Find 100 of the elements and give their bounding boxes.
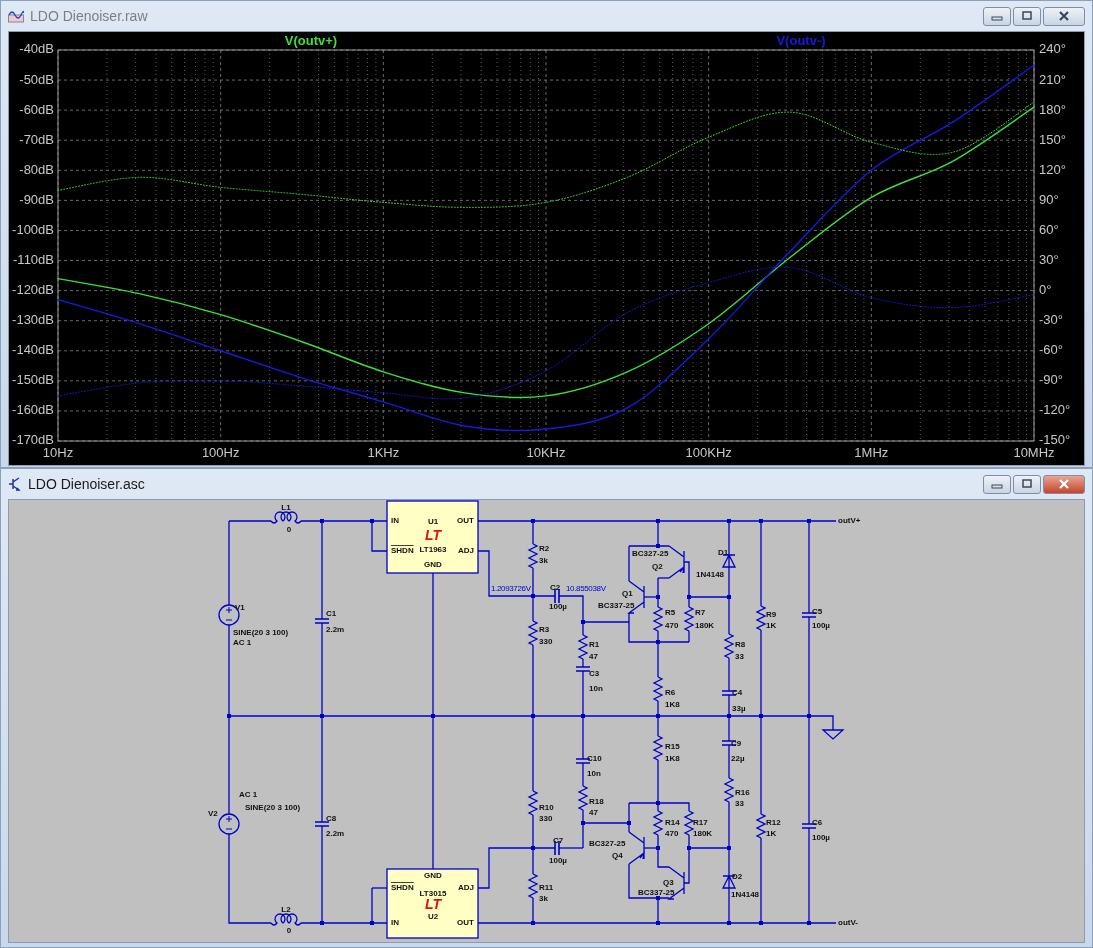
resistor-symbol xyxy=(527,620,539,646)
minimize-button[interactable] xyxy=(983,6,1011,26)
component-value: 1K8 xyxy=(665,754,680,764)
axis-label: 0° xyxy=(1039,282,1052,298)
component-value: 10n xyxy=(589,684,603,694)
axis-label: 210° xyxy=(1039,71,1066,87)
inductor-symbol xyxy=(270,511,302,524)
minimize-button[interactable] xyxy=(983,474,1011,494)
net-label: outV+ xyxy=(838,516,861,526)
component-value: BC327-25 xyxy=(589,839,626,849)
axis-label: 240° xyxy=(1039,41,1066,57)
resistor-symbol xyxy=(723,633,735,659)
node-voltage-label: 10.855038V xyxy=(566,584,606,594)
component-value: 10n xyxy=(587,769,601,779)
diode-symbol xyxy=(721,553,736,569)
pin-label: IN xyxy=(391,516,399,526)
component-reference: C4 xyxy=(732,688,743,698)
component-reference: R14 xyxy=(665,818,680,828)
axis-label: -80dB xyxy=(19,161,54,177)
axis-label: 150° xyxy=(1039,131,1066,147)
resistor-symbol xyxy=(723,777,735,803)
component-value: 2.2m xyxy=(326,829,345,839)
component-reference: C7 xyxy=(553,836,564,846)
maximize-button[interactable] xyxy=(1013,6,1041,26)
component-reference: C9 xyxy=(731,739,742,749)
component-value: SINE(20 3 100) xyxy=(245,803,301,813)
axis-label: -160dB xyxy=(12,402,54,418)
component-value: BC327-25 xyxy=(632,549,669,559)
chip-part-number: LT1963 xyxy=(419,545,447,555)
component-reference: R15 xyxy=(665,742,680,752)
component-value: 100µ xyxy=(549,602,567,612)
pin-label: OUT xyxy=(457,516,474,526)
component-reference: Q4 xyxy=(612,851,623,861)
resistor-symbol xyxy=(652,606,664,632)
component-reference: R6 xyxy=(665,688,676,698)
close-icon xyxy=(1058,479,1070,489)
component-value: 0 xyxy=(286,525,292,535)
axis-label: 60° xyxy=(1039,221,1059,237)
component-value: AC 1 xyxy=(233,638,252,648)
component-value: 22µ xyxy=(731,754,745,764)
component-value: 47 xyxy=(589,808,598,818)
axis-label: -90dB xyxy=(19,191,54,207)
axis-label: 1MHz xyxy=(854,445,889,460)
component-reference: C3 xyxy=(589,669,600,679)
component-value: 47 xyxy=(589,652,598,662)
capacitor-symbol xyxy=(801,823,817,829)
component-value: AC 1 xyxy=(239,790,258,800)
component-reference: R1 xyxy=(589,640,600,650)
close-icon xyxy=(1058,11,1070,21)
capacitor-symbol xyxy=(554,588,560,604)
component-reference: C2 xyxy=(550,583,561,593)
axis-label: 30° xyxy=(1039,252,1059,267)
node-voltage-label: 1.2093726V xyxy=(491,584,531,594)
axis-label: -120dB xyxy=(12,282,54,298)
component-value: 100µ xyxy=(549,856,567,866)
maximize-icon xyxy=(1021,11,1033,21)
close-button[interactable] xyxy=(1043,474,1085,494)
capacitor-symbol xyxy=(575,666,591,672)
trace-legend[interactable]: V(outv+) xyxy=(284,33,338,49)
window-title: LDO Dienoiser.asc xyxy=(28,476,146,492)
resistor-symbol xyxy=(755,605,767,631)
wire xyxy=(728,657,730,692)
axis-label: -100dB xyxy=(12,221,54,237)
component-value: 33 xyxy=(735,652,744,662)
axis-label: -70dB xyxy=(19,131,54,147)
axis-label: 10KHz xyxy=(526,445,566,460)
pin-label: IN xyxy=(391,918,399,928)
component-value: 100µ xyxy=(812,833,830,843)
axis-label: -110dB xyxy=(13,252,54,267)
component-reference: R3 xyxy=(539,625,550,635)
resistor-symbol xyxy=(683,606,695,632)
component-reference: R5 xyxy=(665,608,676,618)
axis-label: 10Hz xyxy=(42,445,74,460)
axis-label: -60° xyxy=(1039,342,1063,358)
component-reference: V2 xyxy=(208,809,218,819)
component-reference: Q3 xyxy=(663,878,674,888)
component-value: 100µ xyxy=(812,621,830,631)
maximize-button[interactable] xyxy=(1013,474,1041,494)
axis-label: -90° xyxy=(1039,372,1063,388)
logo-text: LT xyxy=(424,526,442,543)
component-reference: R7 xyxy=(695,608,706,618)
component-reference: R8 xyxy=(735,640,746,650)
close-button[interactable] xyxy=(1043,6,1085,26)
capacitor-symbol xyxy=(801,612,817,618)
component-value: 2.2m xyxy=(326,625,345,635)
component-value: 180K xyxy=(695,621,715,631)
component-reference: C8 xyxy=(326,814,337,824)
inductor-symbol xyxy=(270,913,302,926)
component-reference: L1 xyxy=(281,503,291,513)
pin-label: ADJ xyxy=(458,883,474,893)
component-value: 3k xyxy=(539,894,548,904)
component-value: 1K xyxy=(766,829,777,839)
resistor-symbol xyxy=(683,810,695,836)
component-value: BC337-25 xyxy=(598,601,635,611)
component-value: 1K8 xyxy=(665,700,680,710)
component-reference: C10 xyxy=(587,754,602,764)
resistor-symbol xyxy=(652,810,664,836)
axis-label: -150° xyxy=(1039,432,1071,448)
axis-label: -140dB xyxy=(12,342,54,358)
component-value: BC337-25 xyxy=(638,888,675,898)
